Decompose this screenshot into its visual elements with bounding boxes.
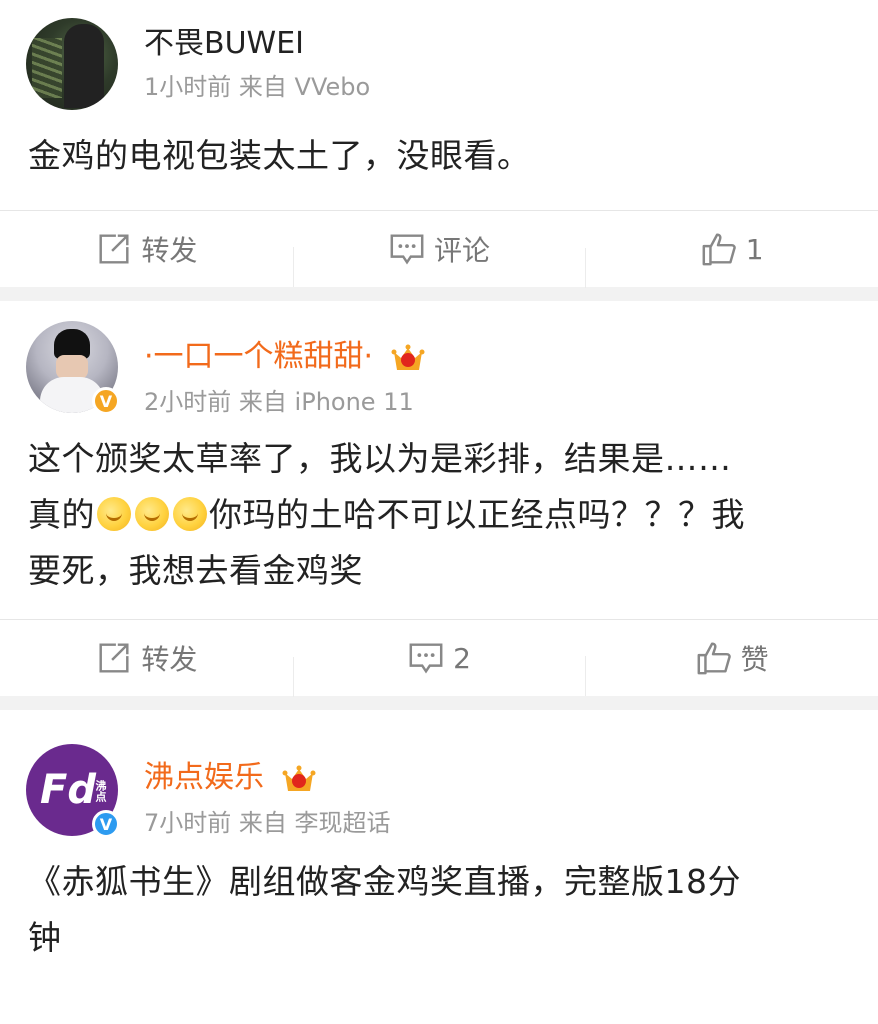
post-text: 金鸡的电视包装太土了，没眼看。 (0, 110, 878, 210)
post-source[interactable]: 来自 李现超话 (239, 809, 391, 837)
crown-icon (282, 765, 316, 791)
post-text: 《赤狐书生》剧组做客金鸡奖直播，完整版18分 钟 (0, 830, 878, 966)
comment-button[interactable]: 2 (292, 639, 586, 697)
comment-button[interactable]: 评论 (292, 229, 586, 287)
post-time: 7小时前 (144, 809, 232, 837)
post-actions: 转发 2 赞 (0, 619, 878, 697)
username-text: ·一口一个糕甜甜· (144, 339, 374, 374)
post-divider (0, 696, 878, 710)
post-time: 2小时前 (144, 388, 232, 416)
post-text: 这个颁奖太草率了，我以为是彩排，结果是…… 真的 你玛的土哈不可以正经点吗？？？我… (0, 409, 878, 619)
repost-button[interactable]: 转发 (0, 638, 293, 678)
avatar-logo-text: Fd (40, 767, 96, 813)
emoji-icon (135, 497, 169, 531)
post-time: 1小时前 (144, 73, 232, 101)
post-meta: 1小时前 来自 VVebo (144, 72, 370, 102)
repost-icon (99, 234, 129, 264)
repost-button[interactable]: 转发 (0, 229, 293, 269)
thumbs-up-icon (697, 642, 731, 675)
text-segment: 你玛的土哈不可以正经点吗？？？我 (209, 495, 745, 534)
username[interactable]: ·一口一个糕甜甜· (144, 339, 425, 375)
comment-count: 2 (453, 641, 471, 675)
verified-badge-icon: V (92, 387, 120, 415)
comment-label: 评论 (434, 234, 491, 267)
like-count: 1 (745, 232, 764, 266)
post-header: Fd 沸点 V 沸点娱乐 7小时前 来自 李现超话 (0, 710, 878, 838)
post-meta: 2小时前 来自 iPhone 11 (144, 387, 414, 417)
avatar-container[interactable]: V (26, 321, 120, 415)
post-text-line: 这个颁奖太草率了，我以为是彩排，结果是…… (28, 439, 732, 478)
avatar-container[interactable]: Fd 沸点 V (26, 744, 120, 838)
comment-icon (390, 234, 424, 265)
post-text-line: 《赤狐书生》剧组做客金鸡奖直播，完整版18分 (28, 862, 741, 901)
crown-icon (391, 344, 425, 370)
post-text-line: 金鸡的电视包装太土了，没眼看。 (28, 136, 531, 175)
post-source[interactable]: 来自 VVebo (239, 73, 370, 101)
like-button[interactable]: 1 (585, 230, 878, 288)
username[interactable]: 沸点娱乐 (144, 760, 316, 796)
weibo-post-3: Fd 沸点 V 沸点娱乐 7小时前 来自 李现超话 《赤狐书生》剧组做客金鸡奖直… (0, 710, 878, 966)
post-source[interactable]: 来自 iPhone 11 (239, 388, 414, 416)
weibo-post-1: 不畏BUWEI 1小时前 来自 VVebo 金鸡的电视包装太土了，没眼看。 转发… (0, 0, 878, 288)
username-text: 沸点娱乐 (144, 760, 264, 795)
like-label: 赞 (740, 643, 769, 676)
emoji-icon (97, 497, 131, 531)
like-button[interactable]: 赞 (585, 638, 878, 696)
post-header: 不畏BUWEI 1小时前 来自 VVebo (0, 0, 878, 110)
repost-label: 转发 (141, 643, 198, 676)
post-divider (0, 287, 878, 301)
weibo-post-2: V ·一口一个糕甜甜· 2小时前 来自 iPhone 11 这个颁奖太草率了，我… (0, 301, 878, 697)
verified-badge-icon: V (92, 810, 120, 838)
post-text-line: 钟 (28, 918, 62, 957)
avatar-logo-subtext: 沸点 (94, 780, 107, 802)
post-header: V ·一口一个糕甜甜· 2小时前 来自 iPhone 11 (0, 301, 878, 416)
post-actions: 转发 评论 1 (0, 210, 878, 288)
repost-label: 转发 (141, 234, 198, 267)
emoji-icon (173, 497, 207, 531)
post-meta: 7小时前 来自 李现超话 (144, 808, 391, 838)
avatar[interactable] (26, 18, 118, 110)
thumbs-up-icon (702, 233, 736, 266)
post-text-line: 要死，我想去看金鸡奖 (28, 551, 363, 590)
username[interactable]: 不畏BUWEI (144, 26, 304, 62)
comment-icon (409, 643, 443, 674)
text-segment: 真的 (28, 495, 95, 534)
post-text-line: 真的 你玛的土哈不可以正经点吗？？？我 (28, 487, 850, 543)
repost-icon (99, 643, 129, 673)
